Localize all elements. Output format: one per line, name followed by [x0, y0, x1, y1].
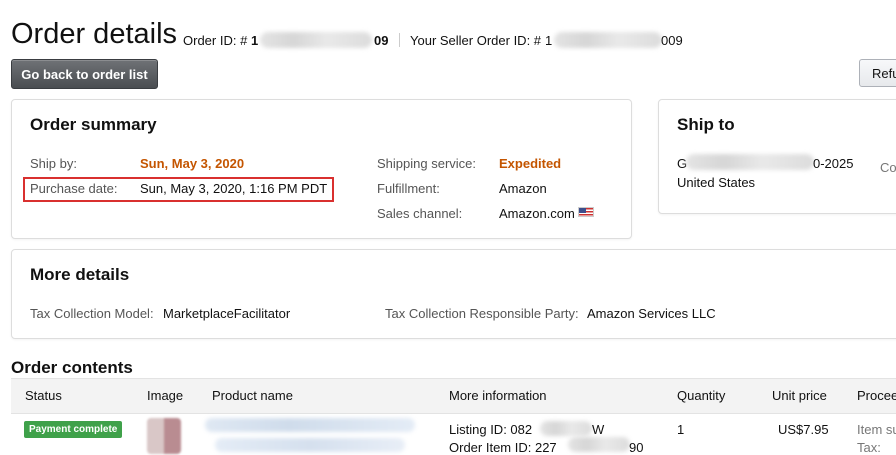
us-flag-icon: [577, 207, 594, 217]
address-end: 0-2025: [813, 156, 854, 171]
order-id-redaction: [260, 32, 372, 48]
seller-order-id-end: 009: [661, 33, 683, 48]
ship-by-label: Ship by:: [30, 156, 77, 171]
sales-channel-value: Amazon.com: [499, 206, 575, 221]
proceeds-item-subtotal: Item su: [857, 422, 896, 437]
refund-button[interactable]: Refu: [859, 59, 896, 87]
sales-channel-label: Sales channel:: [377, 206, 463, 221]
quantity-value: 1: [677, 422, 685, 437]
purchase-date-label: Purchase date:: [30, 181, 118, 196]
column-status: Status: [25, 388, 62, 403]
listing-id-label: Listing ID: 082: [449, 422, 533, 437]
unit-price-value: US$7.95: [778, 422, 829, 437]
product-thumbnail[interactable]: [147, 418, 181, 454]
order-item-id-label: Order Item ID: 227: [449, 440, 557, 455]
tax-model-value: MarketplaceFacilitator: [163, 306, 291, 321]
fulfillment-value: Amazon: [499, 181, 547, 196]
order-id-label: Order ID: #: [183, 33, 248, 48]
seller-order-id-start: 1: [545, 33, 553, 48]
listing-id-end: W: [592, 422, 605, 437]
contact-label: Co: [880, 160, 896, 175]
proceeds-tax: Tax:: [857, 440, 881, 455]
column-image: Image: [147, 388, 184, 403]
order-item-id-end: 90: [629, 440, 644, 455]
order-id-start: 1: [251, 33, 259, 48]
column-product-name: Product name: [212, 388, 293, 403]
tax-party-label: Tax Collection Responsible Party:: [385, 306, 579, 321]
purchase-date-value: Sun, May 3, 2020, 1:16 PM PDT: [140, 181, 328, 196]
column-proceeds: Procee: [857, 388, 896, 403]
shipping-service-value: Expedited: [499, 156, 562, 171]
more-details-panel: [11, 249, 896, 339]
ship-to-country: United States: [677, 175, 756, 190]
more-details-title: More details: [30, 265, 130, 284]
sales-channel: Amazon.com: [499, 206, 594, 221]
back-to-order-list-button[interactable]: Go back to order list: [11, 59, 158, 89]
order-summary-title: Order summary: [30, 115, 157, 134]
column-quantity: Quantity: [677, 388, 726, 403]
ship-to-title: Ship to: [677, 115, 735, 134]
shipping-service-label: Shipping service:: [377, 156, 476, 171]
address-redaction: [686, 154, 814, 170]
order-item-id-redaction: [568, 437, 630, 452]
status-badge: Payment complete: [24, 421, 123, 438]
page-title: Order details: [11, 18, 178, 50]
column-more-information: More information: [449, 388, 547, 403]
tax-model-label: Tax Collection Model:: [30, 306, 154, 321]
seller-order-id-label: Your Seller Order ID: #: [410, 33, 542, 48]
fulfillment-label: Fulfillment:: [377, 181, 440, 196]
header-divider: [399, 33, 400, 47]
order-contents-title: Order contents: [11, 358, 133, 377]
listing-id-redaction: [540, 421, 592, 436]
seller-order-id-redaction: [554, 32, 662, 48]
column-unit-price: Unit price: [772, 388, 827, 403]
product-name-redaction[interactable]: [205, 418, 415, 432]
order-id-end: 09: [374, 33, 389, 48]
tax-party-value: Amazon Services LLC: [587, 306, 716, 321]
product-name-redaction-2: [215, 438, 405, 452]
ship-by-value: Sun, May 3, 2020: [140, 156, 245, 171]
